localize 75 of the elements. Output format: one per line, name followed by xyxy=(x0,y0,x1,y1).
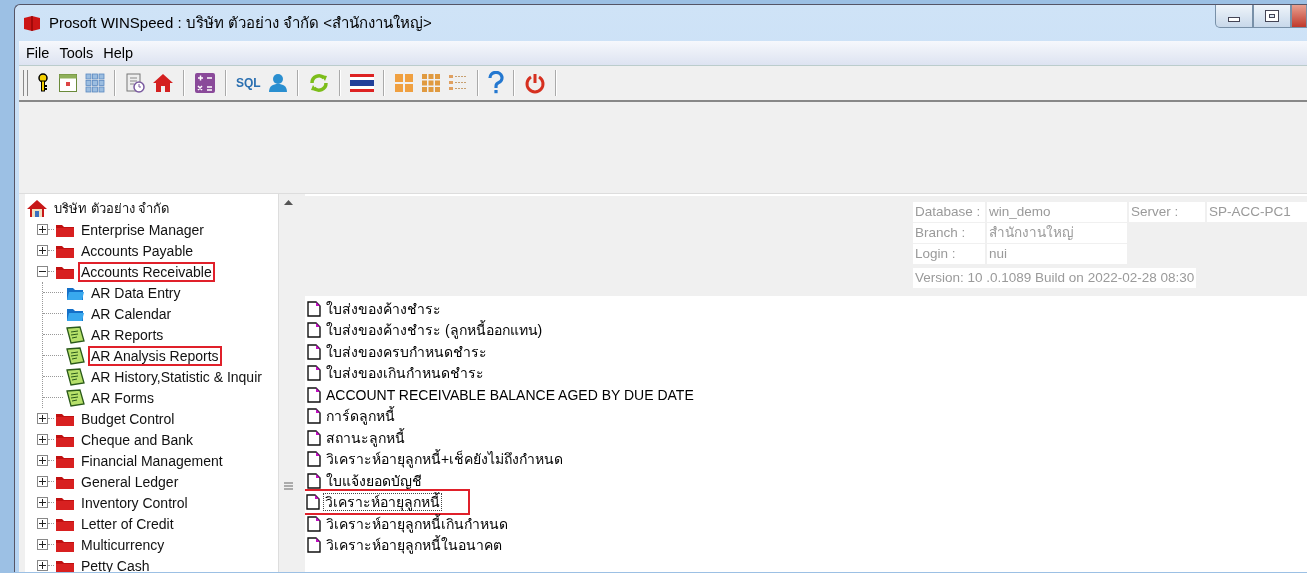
menu-item[interactable]: Tools xyxy=(54,45,99,61)
expand-toggle[interactable] xyxy=(37,476,48,487)
menu-item[interactable]: File xyxy=(21,45,55,61)
report-icon xyxy=(65,367,85,386)
report-icon xyxy=(65,388,85,407)
tree-item[interactable]: Accounts Payable xyxy=(78,240,197,261)
report-item[interactable]: ใบส่งของค้างชำระ (ลูกหนี้ออกแทน) xyxy=(324,321,545,340)
report-item[interactable]: ใบส่งของค้างชำระ xyxy=(324,299,443,318)
user-icon[interactable] xyxy=(267,73,288,93)
tree-item[interactable]: AR Data Entry xyxy=(88,282,184,303)
power-icon[interactable] xyxy=(523,72,546,94)
report-icon xyxy=(65,346,85,365)
report-item[interactable]: ใบส่งของเกินกำหนดชำระ xyxy=(324,364,486,383)
minimize-button[interactable] xyxy=(1215,5,1253,28)
tree-item[interactable]: Enterprise Manager xyxy=(78,219,207,240)
tree-item[interactable]: Letter of Credit xyxy=(78,513,177,534)
flag-icon[interactable] xyxy=(349,74,374,92)
field-label: Database : xyxy=(913,202,985,222)
expand-toggle[interactable] xyxy=(37,539,48,550)
home-icon[interactable] xyxy=(152,73,174,93)
tree-item[interactable]: AR Analysis Reports xyxy=(88,345,222,366)
report-item[interactable]: วิเคราะห์อายุลูกหนี้ในอนาคต xyxy=(324,536,504,555)
expand-toggle[interactable] xyxy=(37,224,48,235)
report-item[interactable]: ACCOUNT RECEIVABLE BALANCE AGED BY DUE DATE xyxy=(324,385,696,404)
tree-root[interactable]: บริษัท ตัวอย่าง จำกัด xyxy=(51,198,173,219)
expand-toggle[interactable] xyxy=(37,518,48,529)
field-value: SP-ACC-PC1 xyxy=(1207,202,1307,222)
tree-item[interactable]: Financial Management xyxy=(78,450,226,471)
calendar-icon[interactable] xyxy=(58,73,78,93)
tiles-icon[interactable] xyxy=(393,73,414,93)
expand-toggle[interactable] xyxy=(37,245,48,256)
home-icon xyxy=(27,199,47,218)
tree-item[interactable]: Budget Control xyxy=(78,408,178,429)
window-title: Prosoft WINSpeed : บริษัท ตัวอย่าง จำกัด <สำนักงานใหญ่> xyxy=(49,12,432,33)
field-label: Login : xyxy=(913,244,985,264)
field-label: Branch : xyxy=(913,223,985,243)
expand-toggle[interactable] xyxy=(37,413,48,424)
tree-item[interactable]: General Ledger xyxy=(78,471,182,492)
menu-item[interactable]: Help xyxy=(98,45,139,61)
tree-item[interactable]: AR Forms xyxy=(88,387,157,408)
report-item[interactable]: สถานะลูกหนี้ xyxy=(324,428,407,447)
scroll-grip-icon[interactable] xyxy=(284,482,293,490)
field-value: nui xyxy=(987,244,1127,264)
tree-item[interactable]: AR History,Statistic & Inquir xyxy=(88,366,265,387)
report-item[interactable]: วิเคราะห์อายุลูกหนี้เกินกำหนด xyxy=(324,514,510,533)
calculator-icon[interactable] xyxy=(194,72,216,94)
report-item[interactable]: วิเคราะห์อายุลูกหนี้+เช็คยังไม่ถึงกำหนด xyxy=(324,450,566,469)
version-text: Version: 10 .0.1089 Build on 2022-02-28 08:30 xyxy=(913,268,1197,288)
sql-button[interactable]: SQL xyxy=(236,76,261,90)
report-item[interactable]: ใบส่งของครบกำหนดชำระ xyxy=(324,342,489,361)
key-icon[interactable] xyxy=(35,73,51,93)
tree-item[interactable]: Cheque and Bank xyxy=(78,429,197,450)
report-icon xyxy=(65,325,85,344)
expand-toggle[interactable] xyxy=(37,560,48,571)
expand-toggle[interactable] xyxy=(37,455,48,466)
field-value: สำนักงานใหญ่ xyxy=(987,223,1127,243)
help-icon[interactable] xyxy=(487,71,504,95)
report-item[interactable]: วิเคราะห์อายุลูกหนี้ xyxy=(323,493,442,512)
scroll-up-icon[interactable] xyxy=(284,200,293,205)
restore-button[interactable] xyxy=(1253,5,1291,28)
expand-toggle[interactable] xyxy=(37,497,48,508)
field-value: win_demo xyxy=(987,202,1127,222)
report-item[interactable]: ใบแจ้งยอดบัญชี xyxy=(324,471,424,490)
tree-item[interactable]: AR Reports xyxy=(88,324,167,345)
field-label: Server : xyxy=(1129,202,1205,222)
tree-item[interactable]: Accounts Receivable xyxy=(78,261,215,282)
expand-toggle[interactable] xyxy=(37,266,48,277)
tree-item[interactable]: Multicurrency xyxy=(78,534,168,555)
small-tiles-icon[interactable] xyxy=(420,73,441,93)
expand-toggle[interactable] xyxy=(37,434,48,445)
app-logo-icon xyxy=(23,14,41,31)
report-item[interactable]: การ์ดลูกหนี้ xyxy=(324,407,397,426)
report-clock-icon[interactable] xyxy=(125,73,145,93)
tree-item[interactable]: Inventory Control xyxy=(78,492,191,513)
tree-item[interactable]: AR Calendar xyxy=(88,303,175,324)
